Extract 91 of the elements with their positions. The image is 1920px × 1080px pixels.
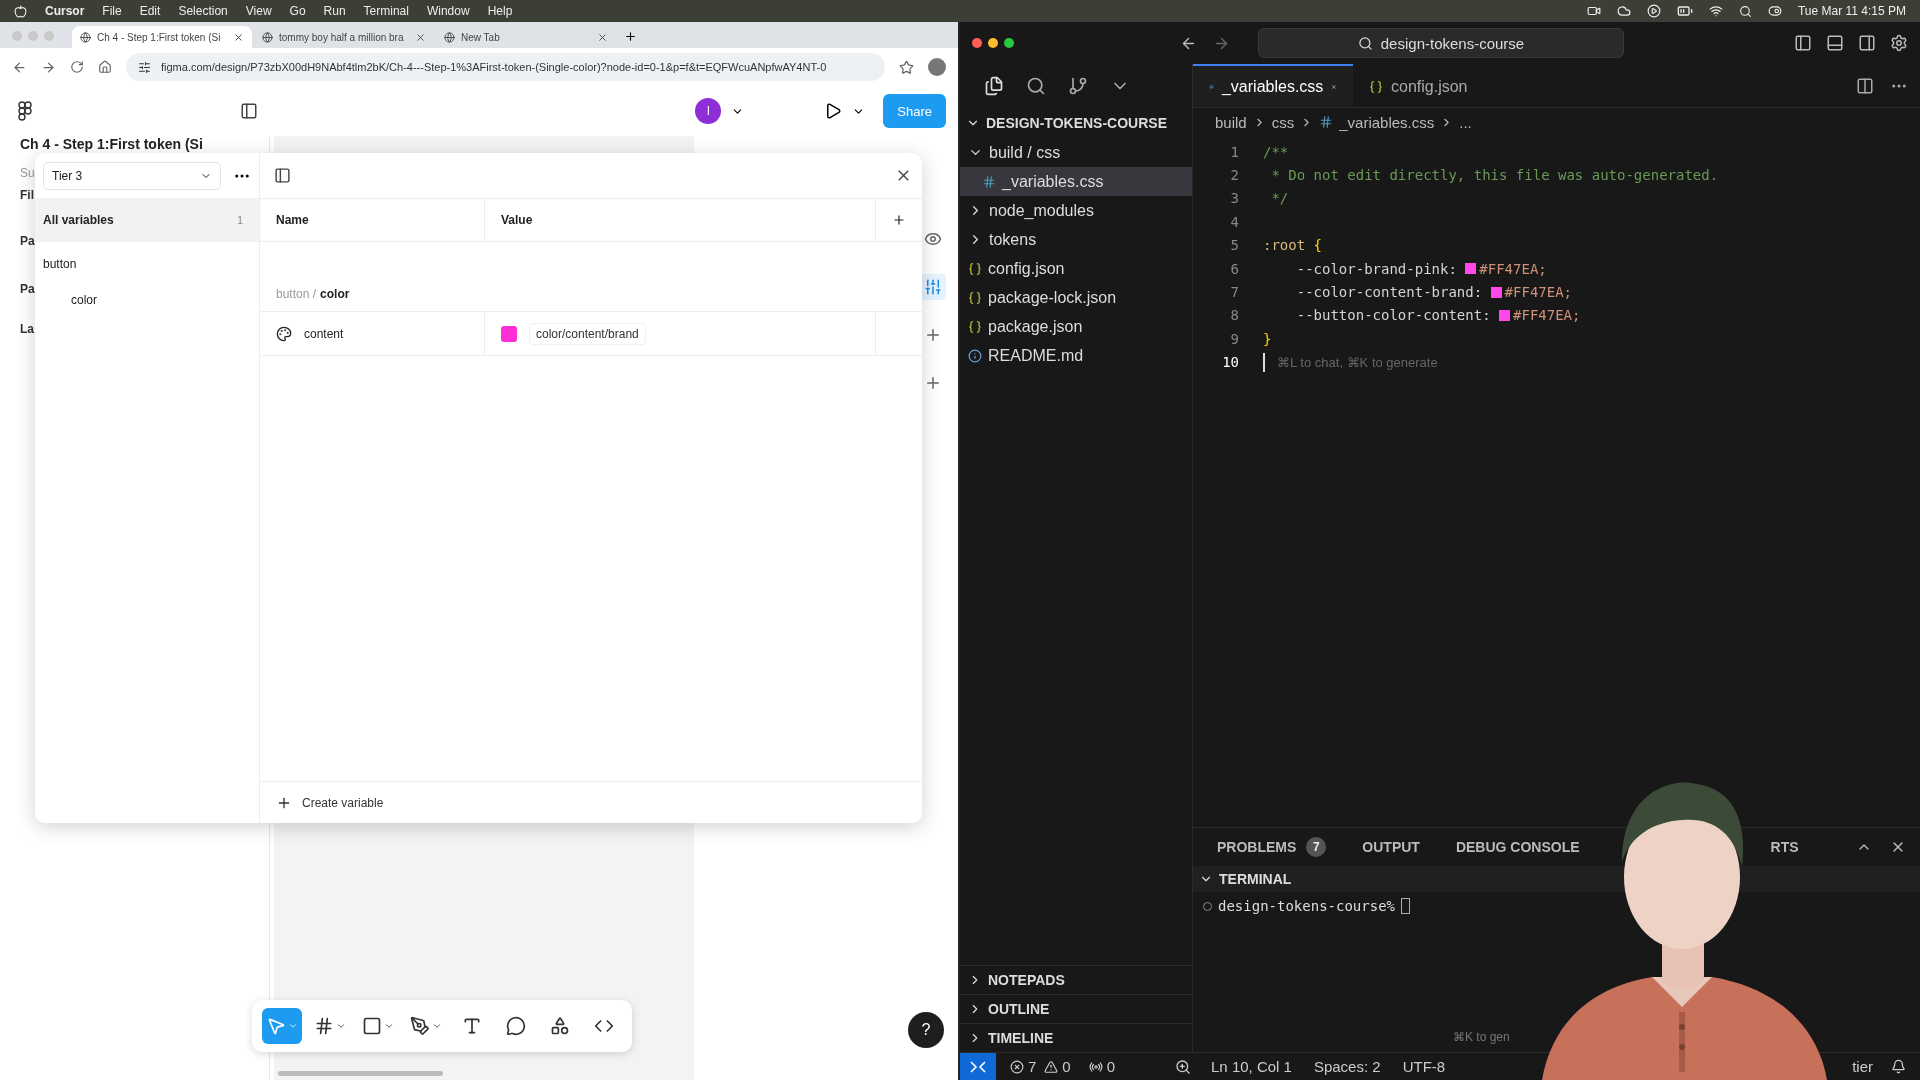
panel-label: La bbox=[20, 322, 34, 336]
sidebar-section[interactable]: OUTLINE bbox=[960, 994, 1192, 1023]
code-selector: :root bbox=[1263, 237, 1306, 254]
count-badge: 7 bbox=[1306, 837, 1327, 857]
file-tree-item[interactable]: package.json bbox=[960, 312, 1192, 341]
file-tree-item[interactable]: node_modules bbox=[960, 196, 1192, 225]
line-number: 1 bbox=[1229, 143, 1239, 160]
code-comment: * Do not edit directly, this file was auto-generated. bbox=[1270, 167, 1719, 184]
menu-item[interactable]: Terminal bbox=[363, 4, 409, 18]
line-number: 3 bbox=[1229, 190, 1239, 207]
collection-select[interactable]: Tier 3 bbox=[43, 161, 221, 190]
line-number: 10 bbox=[1221, 354, 1239, 371]
editor-hint: ⌘L to chat, ⌘K to generate bbox=[1277, 354, 1438, 370]
browser-tab[interactable]: tommy boy half a million bra bbox=[254, 26, 434, 48]
file-tree-item[interactable]: README.md bbox=[960, 341, 1192, 370]
breadcrumb-item[interactable]: build bbox=[1215, 113, 1247, 131]
line-number: 5 bbox=[1229, 237, 1239, 254]
breadcrumb-item[interactable]: css bbox=[1271, 113, 1295, 131]
ports-status[interactable]: 0 bbox=[1088, 1058, 1116, 1075]
panel-tab[interactable]: RTS bbox=[1770, 839, 1799, 855]
file-tree-item[interactable]: build / css bbox=[960, 138, 1192, 167]
line-number: 8 bbox=[1229, 307, 1239, 324]
app-menu[interactable]: Cursor bbox=[45, 4, 85, 18]
formatter-status[interactable]: tier bbox=[1852, 1058, 1873, 1075]
code-comment: */ bbox=[1270, 190, 1289, 207]
code-comment: /** bbox=[1263, 143, 1289, 160]
panel-label: Fil bbox=[20, 188, 34, 202]
line-number: 9 bbox=[1229, 330, 1239, 347]
encoding-status[interactable]: UTF-8 bbox=[1402, 1058, 1446, 1075]
menu-item[interactable]: View bbox=[245, 4, 272, 18]
menu-item[interactable]: Edit bbox=[139, 4, 161, 18]
help-button[interactable]: ? bbox=[908, 1012, 944, 1048]
menu-item[interactable]: Go bbox=[289, 4, 306, 18]
column-header: Name bbox=[260, 199, 485, 241]
file-tree-item[interactable]: config.json bbox=[960, 254, 1192, 283]
variable-group[interactable]: color bbox=[35, 286, 259, 314]
browser-tab[interactable]: New Tab bbox=[436, 26, 616, 48]
menu-item[interactable]: Help bbox=[487, 4, 513, 18]
user-avatar[interactable]: I bbox=[695, 98, 722, 124]
variable-group[interactable]: button bbox=[35, 242, 259, 286]
group-count: 1 bbox=[236, 214, 243, 226]
variable-value[interactable]: color/content/brand bbox=[529, 322, 646, 345]
code-value: #FF47EA; bbox=[1513, 307, 1581, 324]
panel-label: Pa bbox=[20, 234, 35, 248]
code-property: --color-brand-pink: bbox=[1296, 260, 1457, 277]
line-number: 7 bbox=[1229, 284, 1239, 301]
terminal-header[interactable]: TERMINAL bbox=[1199, 871, 1292, 887]
problems-status[interactable]: 7 0 bbox=[1010, 1058, 1071, 1075]
variable-name[interactable]: content bbox=[304, 326, 344, 341]
panel-tab[interactable]: DEBUG CONSOLE bbox=[1455, 839, 1580, 855]
line-number: 6 bbox=[1229, 260, 1239, 277]
variable-group[interactable]: All variables 1 bbox=[35, 198, 259, 242]
create-variable-button[interactable]: Create variable bbox=[260, 781, 922, 823]
breadcrumb-item[interactable]: ... bbox=[1459, 113, 1472, 131]
menu-item[interactable]: File bbox=[102, 4, 122, 18]
menu-item[interactable]: Selection bbox=[178, 4, 228, 18]
panel-label: Su bbox=[20, 166, 35, 180]
code-value: #FF47EA; bbox=[1504, 284, 1573, 301]
group-path-name: color bbox=[320, 287, 350, 301]
breadcrumb-item[interactable]: _variables.css bbox=[1339, 113, 1435, 131]
editor-tab[interactable]: config.json bbox=[1353, 64, 1503, 107]
code-brace: } bbox=[1263, 330, 1272, 347]
editor-tab[interactable]: _variables.css bbox=[1193, 64, 1353, 107]
terminal-prompt: design-tokens-course% bbox=[1203, 898, 1920, 914]
code-property: --color-content-brand: bbox=[1296, 284, 1483, 301]
column-header: Value bbox=[485, 199, 876, 241]
panel-label: Pa bbox=[20, 282, 35, 296]
address-bar[interactable]: figma.com/design/P73zbX00dH9NAbf4tlm2bK/Ch-4---Step-1%3AFirst-token-(Single-color)?node-id=0-1&p=f&t=EQFWcuANpfwAY4NT-0 bbox=[126, 53, 885, 81]
explorer-title[interactable]: DESIGN-TOKENS-COURSE bbox=[960, 108, 1192, 138]
code-value: #FF47EA; bbox=[1479, 260, 1547, 277]
file-tree-item[interactable]: _variables.css bbox=[960, 167, 1192, 196]
group-path-parent: button / bbox=[276, 287, 317, 301]
file-tree-item[interactable]: package-lock.json bbox=[960, 283, 1192, 312]
command-search[interactable]: design-tokens-course bbox=[1258, 28, 1624, 58]
panel-tab[interactable]: PROBLEMS 7 bbox=[1217, 837, 1327, 857]
clock: Tue Mar 11 4:15 PM bbox=[1797, 4, 1906, 18]
indentation-status[interactable]: Spaces: 2 bbox=[1313, 1058, 1381, 1075]
code-brace: { bbox=[1313, 237, 1323, 254]
code-property: --button-color-content: bbox=[1296, 307, 1491, 324]
file-tree-item[interactable]: tokens bbox=[960, 225, 1192, 254]
browser-tab[interactable]: Ch 4 - Step 1:First token (Si bbox=[72, 26, 252, 48]
menu-item[interactable]: Run bbox=[323, 4, 346, 18]
terminal-hint: ⌘K to gen bbox=[1453, 1030, 1510, 1044]
line-number: 2 bbox=[1229, 167, 1239, 184]
cursor-position[interactable]: Ln 10, Col 1 bbox=[1211, 1058, 1292, 1075]
sidebar-section[interactable]: NOTEPADS bbox=[960, 965, 1192, 994]
line-number: 4 bbox=[1229, 213, 1239, 230]
panel-tab[interactable]: OUTPUT bbox=[1362, 839, 1420, 855]
url-text: figma.com/design/P73zbX00dH9NAbf4tlm2bK/Ch-4---Step-1%3AFirst-token-(Single-color)?node-id=0-1&p=f&t=EQFWcuANpfwAY4NT-0 bbox=[161, 61, 827, 73]
menu-item[interactable]: Window bbox=[426, 4, 470, 18]
file-title: Ch 4 - Step 1:First token (Si bbox=[20, 136, 203, 152]
